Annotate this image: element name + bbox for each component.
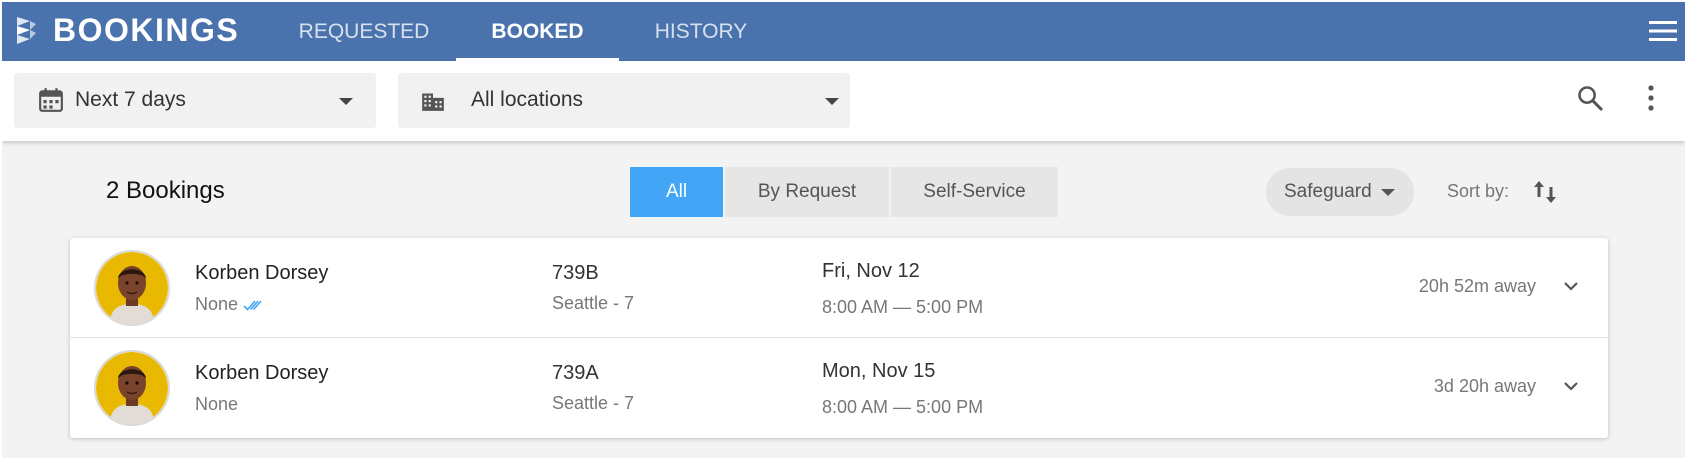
caret-down-icon — [1381, 189, 1395, 196]
caret-down-icon — [825, 98, 839, 105]
date-range-select[interactable]: Next 7 days — [14, 73, 376, 128]
location-select[interactable]: All locations — [398, 73, 850, 128]
desk-code: 739B — [552, 262, 599, 284]
booking-row[interactable]: Korben Dorsey None 739B Seattle - 7 Fri,… — [70, 238, 1608, 337]
app-header: BOOKINGS REQUESTED BOOKED HISTORY — [2, 2, 1685, 61]
booking-date: Fri, Nov 12 — [822, 260, 920, 282]
desk-location: Seattle - 7 — [552, 293, 635, 313]
location-value: All locations — [471, 88, 584, 111]
booking-time: 8:00 AM — 5:00 PM — [822, 297, 984, 317]
avatar — [94, 250, 170, 326]
safeguard-filter-button[interactable]: Safeguard — [1266, 168, 1414, 216]
segment-all[interactable]: All — [630, 167, 723, 217]
chevron-down-icon[interactable] — [1562, 277, 1580, 295]
bookings-logo-icon — [17, 17, 36, 44]
bookings-count-title: 2 Bookings — [106, 177, 225, 204]
segment-by-request[interactable]: By Request — [725, 167, 889, 217]
filter-toolbar: Next 7 days All locations — [2, 61, 1685, 141]
avatar — [94, 350, 170, 426]
building-icon — [422, 93, 444, 111]
more-vertical-icon[interactable] — [1645, 84, 1657, 112]
booking-status: None — [195, 394, 239, 414]
time-away: 3d 20h away — [1433, 376, 1536, 396]
segment-self-service[interactable]: Self-Service — [891, 167, 1058, 217]
date-range-value: Next 7 days — [75, 88, 186, 111]
tab-history[interactable]: HISTORY — [627, 2, 775, 61]
calendar-icon — [39, 88, 63, 112]
booking-time: 8:00 AM — 5:00 PM — [822, 397, 984, 417]
bookings-list: Korben Dorsey None 739B Seattle - 7 Fri,… — [70, 238, 1608, 438]
booking-person-name: Korben Dorsey — [195, 362, 329, 384]
caret-down-icon — [339, 98, 353, 105]
tab-booked[interactable]: BOOKED — [456, 2, 619, 61]
booking-person-name: Korben Dorsey — [195, 262, 329, 284]
desk-code: 739A — [552, 362, 599, 384]
time-away: 20h 52m away — [1418, 276, 1536, 296]
safeguard-label: Safeguard — [1284, 181, 1372, 202]
sort-label: Sort by: — [1447, 181, 1510, 201]
tab-requested[interactable]: REQUESTED — [284, 2, 444, 61]
chevron-down-icon[interactable] — [1562, 377, 1580, 395]
booking-row[interactable]: Korben Dorsey None 739A Seattle - 7 Mon,… — [70, 337, 1608, 436]
app-frame: BOOKINGS REQUESTED BOOKED HISTORY Next 7… — [2, 2, 1685, 458]
booking-status: None — [195, 294, 239, 314]
sort-icon[interactable] — [1532, 177, 1558, 207]
hamburger-menu-icon[interactable] — [1649, 19, 1677, 43]
app-title: BOOKINGS — [53, 12, 240, 48]
booking-date: Mon, Nov 15 — [822, 360, 936, 382]
desk-location: Seattle - 7 — [552, 393, 635, 413]
search-icon[interactable] — [1576, 84, 1604, 112]
double-check-icon — [243, 300, 262, 311]
